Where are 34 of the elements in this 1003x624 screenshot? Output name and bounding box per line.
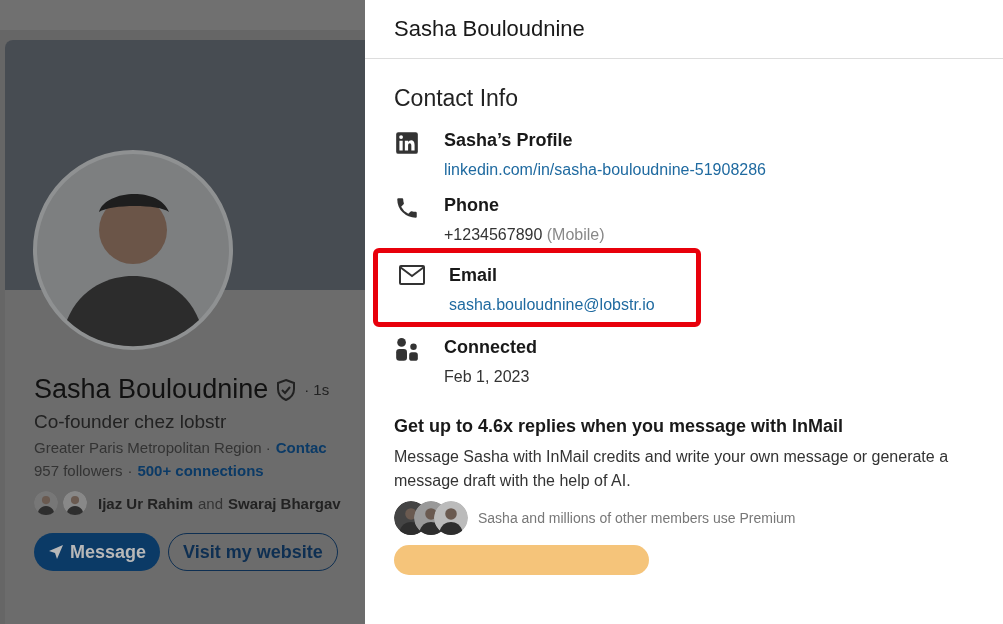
separator: ·: [127, 462, 133, 479]
mutual-name[interactable]: Swaraj Bhargav: [228, 494, 341, 512]
contact-label: Email: [449, 265, 499, 286]
contact-link[interactable]: sasha.bouloudnine@lobstr.io: [449, 296, 655, 314]
mutual-avatar: [34, 491, 58, 515]
people-icon: [394, 337, 420, 363]
mutual-avatar: [63, 491, 87, 515]
promo-text: Message Sasha with InMail credits and write your own message or generate a message draft with the help of AI.: [394, 447, 950, 491]
message-button[interactable]: Message: [34, 533, 161, 571]
contact-label: Connected: [444, 337, 537, 358]
linkedin-icon: [394, 130, 420, 156]
member-avatar: [434, 501, 468, 535]
mutual-and: and: [198, 494, 224, 512]
contact-label: Phone: [444, 195, 500, 216]
location: Greater Paris Metropolitan Region ·: [34, 439, 271, 456]
connections-link[interactable]: 500+ connections: [137, 462, 264, 479]
panel-title: Sasha Bouloudnine: [394, 16, 585, 42]
premium-button[interactable]: [394, 545, 649, 575]
headline: Co-founder chez lobstr: [34, 411, 227, 433]
promo-title: Get up to 4.6x replies when you message with InMail: [394, 416, 845, 437]
contact-label: Sasha’s Profile: [444, 130, 574, 151]
send-icon: [48, 544, 64, 560]
followers-count: 957 followers: [34, 462, 123, 479]
mutual-name[interactable]: Ijaz Ur Rahim: [98, 494, 194, 512]
envelope-icon: [399, 265, 425, 285]
contact-info-link[interactable]: Contac: [275, 439, 327, 456]
section-heading: Contact Info: [394, 85, 520, 112]
contact-value: Feb 1, 2023: [444, 368, 531, 386]
phone-icon: [394, 195, 420, 221]
profile-name: Sasha Bouloudnine: [34, 374, 269, 405]
premium-members-text: Sasha and millions of other members use Premium: [478, 510, 796, 526]
connection-degree: · 1s: [304, 381, 330, 398]
contact-link[interactable]: linkedin.com/in/sasha-bouloudnine-51908286: [444, 161, 766, 179]
contact-value: +1234567890 (Mobile): [444, 226, 605, 244]
